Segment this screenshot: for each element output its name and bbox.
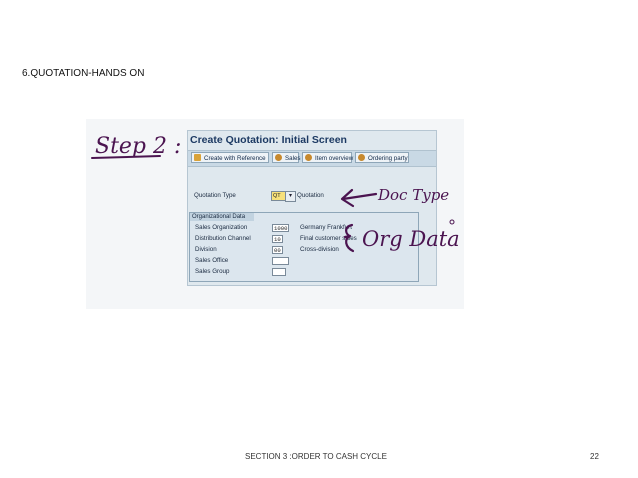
- sales-office-label: Sales Office: [195, 257, 229, 264]
- sales-organization-label: Sales Organization: [195, 224, 248, 231]
- sales-button[interactable]: Sales: [272, 152, 301, 163]
- division-label: Division: [195, 246, 217, 253]
- organizational-data-group: Organizational Data Sales Organization 1…: [189, 212, 419, 282]
- division-field[interactable]: 00: [272, 246, 283, 254]
- reference-icon: [194, 154, 201, 161]
- person-icon: [275, 154, 282, 161]
- distribution-channel-field[interactable]: 10: [272, 235, 283, 243]
- sales-organization-description: Germany Frankfurt: [300, 224, 352, 231]
- sales-organization-field[interactable]: 1000: [272, 224, 289, 232]
- person-icon: [358, 154, 365, 161]
- ordering-party-label: Ordering party: [368, 155, 408, 162]
- window-title: Create Quotation: Initial Screen: [190, 134, 347, 146]
- slide-footer: SECTION 3 :ORDER TO CASH CYCLE: [245, 452, 387, 461]
- create-with-reference-button[interactable]: Create with Reference: [191, 152, 269, 163]
- sales-group-label: Sales Group: [195, 268, 230, 275]
- item-overview-button[interactable]: Item overview: [302, 152, 354, 163]
- item-overview-label: Item overview: [315, 155, 354, 162]
- sap-window: Create Quotation: Initial Screen Create …: [187, 130, 437, 286]
- quotation-type-description: Quotation: [297, 192, 324, 199]
- sales-group-field[interactable]: [272, 268, 286, 276]
- organizational-data-heading: Organizational Data: [190, 213, 254, 221]
- application-toolbar: Create with Reference Sales Item overvie…: [188, 150, 436, 167]
- quotation-type-label: Quotation Type: [194, 192, 236, 199]
- sales-office-field[interactable]: [272, 257, 289, 265]
- person-icon: [305, 154, 312, 161]
- distribution-channel-label: Distribution Channel: [195, 235, 251, 242]
- division-description: Cross-division: [300, 246, 339, 253]
- sales-label: Sales: [285, 155, 301, 162]
- ordering-party-button[interactable]: Ordering party: [355, 152, 409, 163]
- create-with-reference-label: Create with Reference: [204, 155, 266, 162]
- distribution-channel-description: Final customer sales: [300, 235, 357, 242]
- page-number: 22: [590, 452, 599, 461]
- quotation-type-field[interactable]: QT: [271, 191, 286, 201]
- slide-title: 6.QUOTATION-HANDS ON: [22, 68, 145, 79]
- dropdown-icon[interactable]: ▾: [285, 191, 296, 202]
